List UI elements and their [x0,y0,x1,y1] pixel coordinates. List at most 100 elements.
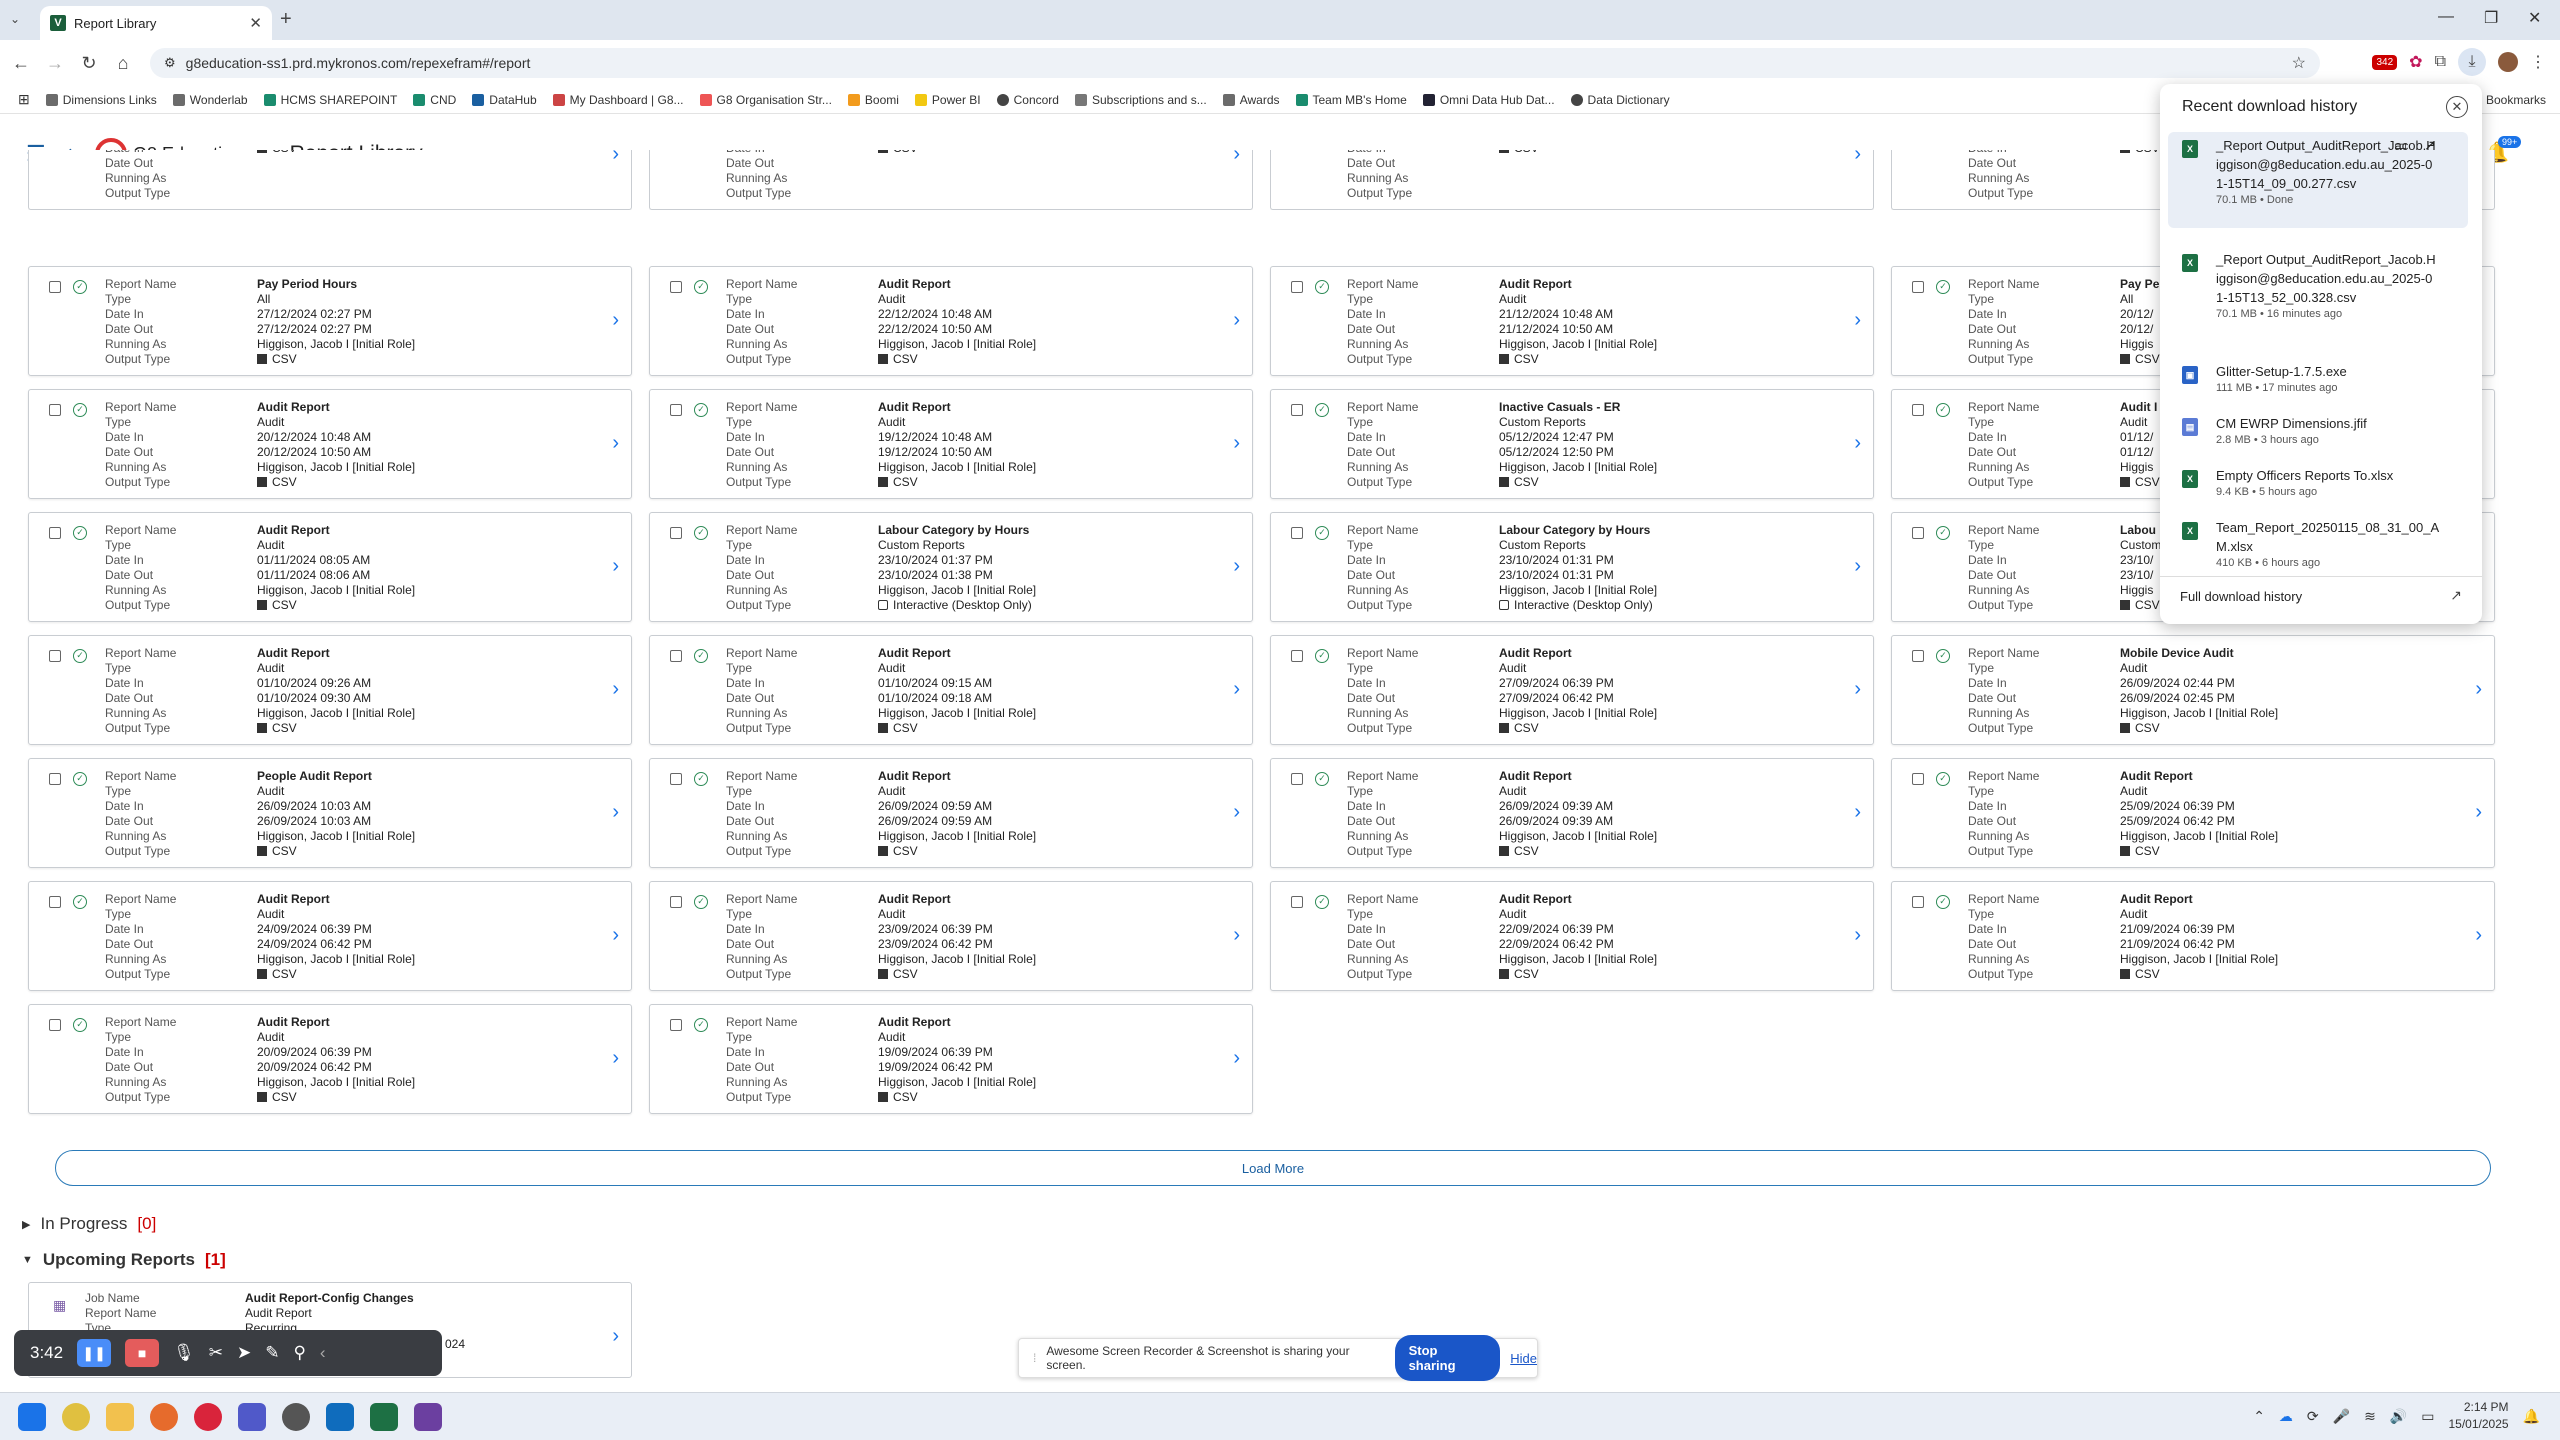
bookmark-item[interactable]: Omni Data Hub Dat... [1422,93,1555,107]
site-info-icon[interactable]: ⚙ [164,55,176,71]
all-bookmarks[interactable]: Bookmarks [2486,93,2546,107]
bookmark-item[interactable]: Concord [996,93,1059,107]
chevron-right-icon[interactable]: › [612,432,619,455]
full-download-history-link[interactable]: Full download history [2180,589,2302,604]
open-external-icon[interactable]: ↗ [2424,136,2436,155]
bookmark-item[interactable]: My Dashboard | G8... [552,93,684,107]
teams-icon[interactable] [238,1403,266,1431]
report-card[interactable]: ✓Report NameTypeDate InDate OutRunning A… [649,881,1253,991]
onedrive-icon[interactable]: ☁ [2279,1408,2293,1425]
in-progress-section[interactable]: ▶ In Progress [0] [22,1214,156,1234]
app-icon[interactable] [414,1403,442,1431]
extension-badge[interactable]: 342 [2372,54,2398,70]
windows-start-icon[interactable] [18,1403,46,1431]
bookmark-item[interactable]: Awards [1222,93,1280,107]
minimize-icon[interactable]: — [2438,8,2454,26]
report-card[interactable]: ✓Report NameTypeDate InDate OutRunning A… [649,635,1253,745]
bookmark-item[interactable]: Wonderlab [172,93,248,107]
select-checkbox[interactable] [49,527,61,539]
chevron-right-icon[interactable]: › [612,555,619,578]
camera-off-icon[interactable]: ✂ [209,1343,223,1363]
drag-handle-icon[interactable]: ⁞ [1033,1351,1036,1365]
pause-button[interactable]: ❚❚ [77,1339,112,1367]
select-checkbox[interactable] [49,1019,61,1031]
report-card[interactable]: ✓Report NameTypeDate InDate OutRunning A… [649,512,1253,622]
bookmark-item[interactable]: Team MB's Home [1295,93,1407,107]
download-item[interactable]: ▣ Glitter-Setup-1.7.5.exe 111 MB • 17 mi… [2160,362,2470,395]
bookmark-item[interactable]: Data Dictionary [1570,93,1670,107]
select-checkbox[interactable] [670,527,682,539]
select-checkbox[interactable] [1291,650,1303,662]
close-tab-icon[interactable]: ✕ [249,14,262,32]
stop-record-button[interactable]: ■ [125,1339,160,1367]
forward-icon[interactable]: → [38,53,72,74]
select-checkbox[interactable] [49,281,61,293]
maximize-icon[interactable]: ❐ [2484,8,2498,28]
report-card[interactable]: ✓Report NameTypeDate InDate OutRunning A… [28,266,632,376]
load-more-button[interactable]: Load More [55,1150,2491,1186]
outlook-icon[interactable] [326,1403,354,1431]
chevron-right-icon[interactable]: › [2475,678,2482,701]
bookmark-item[interactable]: HCMS SHAREPOINT [263,93,397,107]
chevron-right-icon[interactable]: › [1233,309,1240,332]
chevron-right-icon[interactable]: › [1854,432,1861,455]
bookmark-item[interactable]: Subscriptions and s... [1074,93,1207,107]
mic-icon[interactable]: 🎤 [2333,1408,2350,1425]
select-checkbox[interactable] [670,281,682,293]
excel-icon[interactable] [370,1403,398,1431]
chevron-right-icon[interactable]: › [1233,801,1240,824]
chevron-right-icon[interactable]: › [2475,801,2482,824]
mic-off-icon[interactable]: 🎙 [173,1343,195,1363]
chevron-right-icon[interactable]: › [612,1047,619,1070]
browser-tab[interactable]: V Report Library ✕ [40,6,272,40]
select-checkbox[interactable] [670,650,682,662]
download-item[interactable]: X Team_Report_20250115_08_31_00_AM.xlsx … [2160,518,2470,570]
bookmark-item[interactable]: Boomi [847,93,899,107]
extensions-puzzle-icon[interactable]: ⧉ [2435,53,2446,71]
stop-sharing-button[interactable]: Stop sharing [1394,1335,1501,1381]
new-tab-icon[interactable]: + [280,8,292,31]
open-external-icon[interactable]: ↗ [2450,587,2462,604]
select-checkbox[interactable] [1912,404,1924,416]
select-checkbox[interactable] [670,773,682,785]
pen-icon[interactable]: ✎ [265,1343,279,1363]
chevron-right-icon[interactable]: › [612,924,619,947]
upcoming-section[interactable]: ▼ Upcoming Reports [1] [22,1250,226,1270]
select-checkbox[interactable] [1912,527,1924,539]
notification-icon[interactable]: 🔔 [2523,1408,2540,1425]
select-checkbox[interactable] [1912,650,1924,662]
chevron-right-icon[interactable]: › [1233,555,1240,578]
report-card[interactable]: ✓Report NameTypeDate InDate OutRunning A… [649,389,1253,499]
report-card[interactable]: ✓Report NameTypeDate InDate OutRunning A… [1270,389,1874,499]
bookmark-star-icon[interactable]: ☆ [2292,53,2306,73]
download-item[interactable]: ▤ CM EWRP Dimensions.jfif 2.8 MB • 3 hou… [2160,414,2470,447]
menu-kebab-icon[interactable]: ⋮ [2530,52,2546,72]
download-item[interactable]: X Empty Officers Reports To.xlsx 9.4 KB … [2160,466,2470,499]
wifi-icon[interactable]: ≋ [2364,1408,2376,1425]
chevron-up-icon[interactable]: ⌃ [2253,1408,2265,1425]
report-card[interactable]: ✓Report NameTypeDate InDate OutRunning A… [28,150,632,210]
report-card[interactable]: ✓Report NameTypeDate InDate OutRunning A… [28,389,632,499]
collapse-icon[interactable]: ‹ [320,1343,326,1363]
report-card[interactable]: ✓Report NameTypeDate InDate OutRunning A… [28,1004,632,1114]
report-card[interactable]: ✓Report NameTypeDate InDate OutRunning A… [649,150,1253,210]
select-checkbox[interactable] [1291,527,1303,539]
battery-icon[interactable]: ▭ [2421,1408,2434,1425]
extension-icon[interactable]: ✿ [2409,52,2422,72]
chevron-right-icon[interactable]: › [1233,1047,1240,1070]
select-checkbox[interactable] [1912,896,1924,908]
close-window-icon[interactable]: ✕ [2528,8,2541,28]
report-card[interactable]: ✓Report NameTypeDate InDate OutRunning A… [28,881,632,991]
app-icon[interactable] [282,1403,310,1431]
select-checkbox[interactable] [1291,404,1303,416]
report-card[interactable]: ✓Report NameTypeDate InDate OutRunning A… [28,635,632,745]
download-icon[interactable]: ⤓ [2458,48,2486,76]
chevron-right-icon[interactable]: › [1854,678,1861,701]
bookmark-item[interactable]: Dimensions Links [45,93,157,107]
sync-icon[interactable]: ⟳ [2307,1408,2319,1425]
report-card[interactable]: ✓Report NameTypeDate InDate OutRunning A… [1270,758,1874,868]
close-icon[interactable]: ✕ [2446,96,2468,118]
file-explorer-icon[interactable] [106,1403,134,1431]
select-checkbox[interactable] [1912,281,1924,293]
back-icon[interactable]: ← [4,53,38,74]
